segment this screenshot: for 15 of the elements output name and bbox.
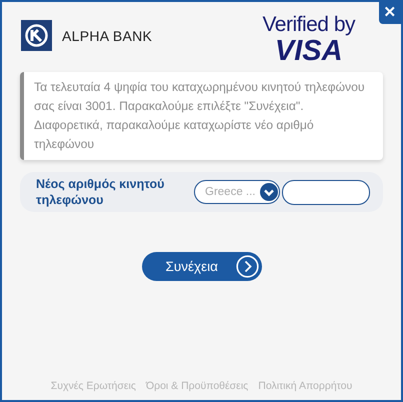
bank-logo-icon — [21, 20, 52, 51]
footer-link[interactable]: Συχνές Ερωτήσεις — [50, 380, 136, 392]
phone-input-field[interactable] — [282, 180, 370, 204]
bank-name: ALPHA BANK — [62, 28, 152, 44]
chevron-down-icon — [260, 183, 278, 201]
phone-label: Νέος αριθμός κινητού τηλεφώνου — [36, 176, 166, 208]
visa-logo: VISA — [274, 36, 343, 66]
chevron-right-icon — [236, 255, 258, 278]
footer-link[interactable]: Όροι & Προϋποθέσεις — [146, 380, 248, 392]
close-button[interactable]: ✕ — [379, 2, 401, 24]
footer-link[interactable]: Πολιτική Απορρήτου — [258, 380, 352, 392]
continue-button[interactable]: Συνέχεια — [142, 252, 262, 281]
message-box: Τα τελευταία 4 ψηφία του καταχωρημένου κινητού τηλεφώνου σας είναι 3001. Παρακαλούμε επιλέξτε "Συνέχεια". Διαφορετικά, παρακαλούμε καταχωρίστε νέο αριθμό τηλεφώνου — [20, 72, 383, 160]
country-select[interactable]: Greece ... — [194, 180, 280, 204]
verified-by-text: Verified by — [262, 14, 355, 36]
